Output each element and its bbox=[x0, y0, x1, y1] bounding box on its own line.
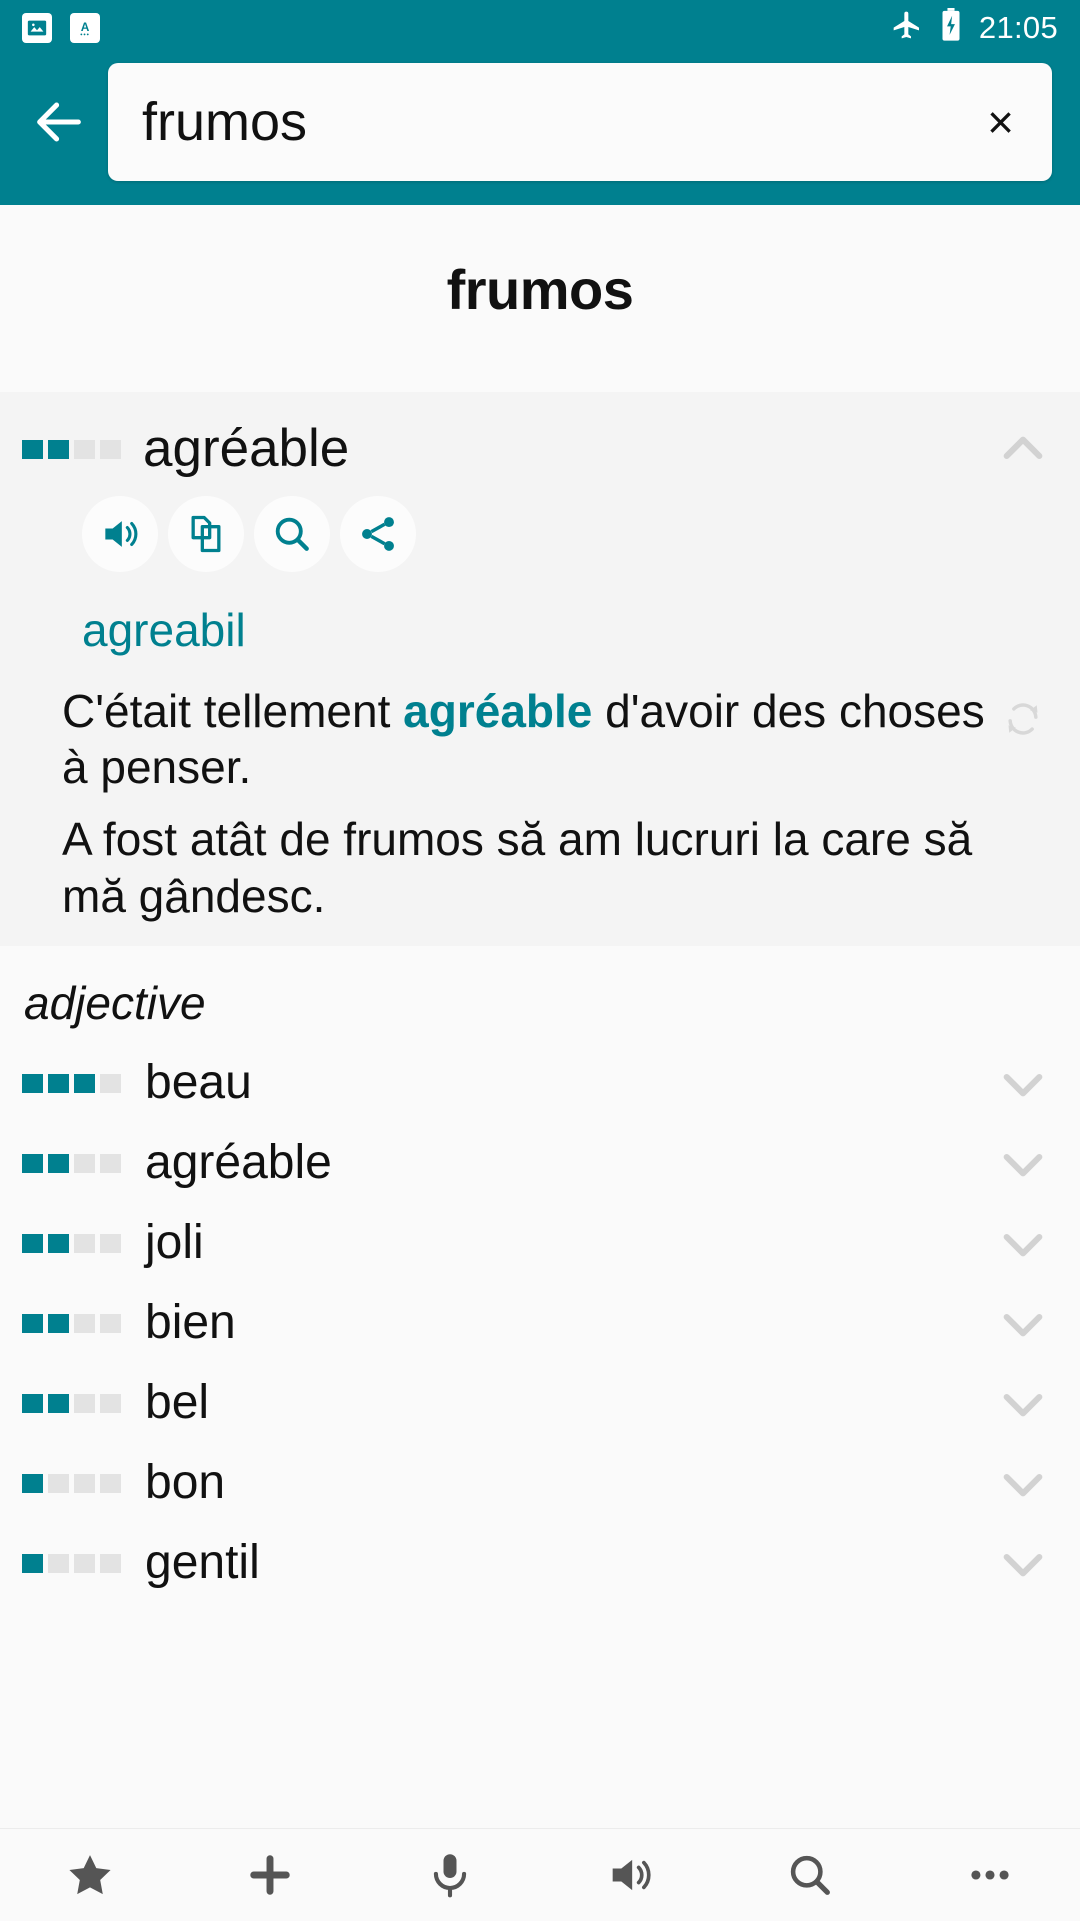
chevron-down-icon[interactable] bbox=[988, 1136, 1058, 1192]
battery-charging-icon bbox=[939, 8, 963, 47]
entry-word: agréable bbox=[143, 419, 350, 478]
frequency-indicator bbox=[22, 1554, 121, 1574]
example-source: C'était tellement agréable d'avoir des c… bbox=[62, 683, 988, 795]
voice-input-button[interactable] bbox=[360, 1829, 540, 1921]
search-input-value[interactable]: frumos bbox=[142, 95, 979, 149]
chevron-down-icon[interactable] bbox=[988, 1296, 1058, 1352]
share-icon[interactable] bbox=[340, 496, 416, 573]
list-item-label: gentil bbox=[145, 1536, 260, 1590]
list-item-label: beau bbox=[145, 1056, 252, 1110]
chevron-down-icon[interactable] bbox=[988, 1376, 1058, 1432]
image-icon bbox=[22, 12, 52, 43]
status-notifications: A bbox=[22, 12, 100, 43]
list-item-label: agréable bbox=[145, 1136, 332, 1190]
speak-button[interactable] bbox=[540, 1829, 720, 1921]
page-title: frumos bbox=[446, 258, 634, 321]
list-item[interactable]: bon bbox=[0, 1444, 1080, 1524]
svg-text:A: A bbox=[81, 20, 90, 34]
example-block: C'était tellement agréable d'avoir des c… bbox=[0, 657, 1080, 923]
status-indicators: 21:05 bbox=[891, 8, 1058, 47]
chevron-up-icon[interactable] bbox=[988, 421, 1058, 477]
list-item[interactable]: gentil bbox=[0, 1524, 1080, 1604]
chevron-down-icon[interactable] bbox=[988, 1536, 1058, 1592]
airplane-mode-icon bbox=[891, 9, 923, 46]
translate-icon: A bbox=[70, 12, 100, 43]
example-texts: C'était tellement agréable d'avoir des c… bbox=[62, 683, 988, 923]
frequency-indicator bbox=[22, 1234, 121, 1254]
list-item[interactable]: bel bbox=[0, 1364, 1080, 1444]
copy-icon[interactable] bbox=[168, 496, 244, 573]
chevron-down-icon[interactable] bbox=[988, 1216, 1058, 1272]
frequency-indicator bbox=[22, 1154, 121, 1174]
frequency-indicator bbox=[22, 1314, 121, 1334]
example-source-highlight: agréable bbox=[403, 685, 593, 738]
sense-list: beau agréable joli bien bel bon gentil bbox=[0, 1044, 1080, 1604]
bottom-navigation-bar bbox=[0, 1828, 1080, 1920]
speaker-icon[interactable] bbox=[82, 496, 158, 573]
clock-label: 21:05 bbox=[978, 9, 1058, 45]
entry-actions bbox=[0, 488, 1080, 578]
list-item-label: bel bbox=[145, 1376, 210, 1430]
chevron-down-icon[interactable] bbox=[988, 1056, 1058, 1112]
back-button[interactable] bbox=[22, 85, 96, 159]
list-item[interactable]: bien bbox=[0, 1284, 1080, 1364]
search-input[interactable]: frumos × bbox=[108, 63, 1052, 181]
frequency-indicator bbox=[22, 439, 121, 459]
list-item[interactable]: joli bbox=[0, 1204, 1080, 1284]
frequency-indicator bbox=[22, 1394, 121, 1414]
favorites-button[interactable] bbox=[0, 1829, 180, 1921]
search-button[interactable] bbox=[720, 1829, 900, 1921]
list-item[interactable]: beau bbox=[0, 1044, 1080, 1124]
frequency-indicator bbox=[22, 1474, 121, 1494]
frequency-indicator bbox=[22, 1074, 121, 1094]
list-item-label: bon bbox=[145, 1456, 226, 1510]
search-header: frumos × bbox=[0, 55, 1080, 205]
example-target: A fost atât de frumos să am lucruri la c… bbox=[62, 813, 973, 922]
status-bar: A 21:05 bbox=[0, 0, 1080, 55]
more-options-button[interactable] bbox=[900, 1829, 1080, 1921]
list-item-label: bien bbox=[145, 1296, 236, 1350]
clear-search-button[interactable]: × bbox=[979, 99, 1022, 145]
entry-header[interactable]: agréable bbox=[0, 392, 1080, 488]
add-button[interactable] bbox=[180, 1829, 360, 1921]
list-item[interactable]: agréable bbox=[0, 1124, 1080, 1204]
entry-translation[interactable]: agreabil bbox=[0, 578, 1080, 657]
list-item-label: joli bbox=[145, 1216, 204, 1270]
part-of-speech-label: adjective bbox=[24, 976, 206, 1029]
example-source-pre: C'était tellement bbox=[62, 685, 404, 738]
refresh-icon[interactable] bbox=[988, 683, 1058, 741]
entry-card: agréable agreabil C'était tellement agré… bbox=[0, 392, 1080, 946]
chevron-down-icon[interactable] bbox=[988, 1456, 1058, 1512]
search-icon[interactable] bbox=[254, 496, 330, 573]
